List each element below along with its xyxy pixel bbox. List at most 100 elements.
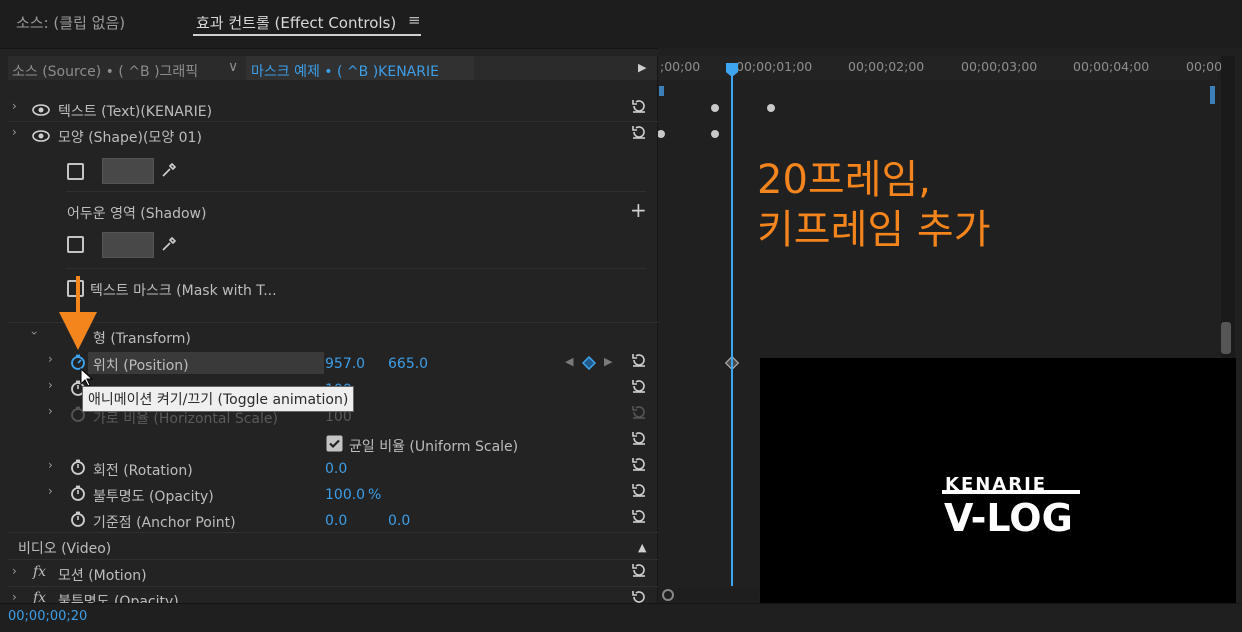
shadow-checkbox[interactable] bbox=[67, 236, 84, 253]
chevron-down-icon[interactable]: ∨ bbox=[228, 59, 238, 75]
opacity-label: 불투명도 (Opacity) bbox=[93, 489, 214, 505]
reset-icon[interactable] bbox=[631, 562, 647, 578]
video-section-label[interactable]: 비디오 (Video) bbox=[18, 538, 111, 558]
preview-logo-main-text: V-LOG bbox=[944, 496, 1073, 540]
rotation-label: 회전 (Rotation) bbox=[93, 463, 193, 479]
reset-icon[interactable] bbox=[631, 508, 647, 524]
keyframe[interactable] bbox=[711, 104, 719, 112]
reset-icon[interactable] bbox=[631, 98, 647, 114]
preview-logo-bar bbox=[942, 490, 1080, 494]
row-divider bbox=[8, 121, 658, 122]
opacity-value[interactable]: 100.0 bbox=[325, 487, 365, 503]
shape-layer-label[interactable]: 모양 (Shape)(모양 01) bbox=[58, 127, 202, 147]
time-ruler-tick: 00;00 bbox=[1186, 59, 1223, 74]
row-divider bbox=[66, 268, 646, 269]
zoom-handle-icon[interactable] bbox=[662, 589, 674, 601]
tab-effect-controls[interactable]: 효과 컨트롤 (Effect Controls) bbox=[196, 12, 396, 33]
eye-icon[interactable] bbox=[32, 104, 50, 116]
transform-label[interactable]: 형 (Transform) bbox=[93, 328, 191, 348]
reset-icon[interactable] bbox=[631, 589, 647, 603]
keyframe[interactable] bbox=[711, 130, 719, 138]
toggle-animation-tooltip: 애니메이션 켜기/끄기 (Toggle animation) bbox=[82, 386, 355, 412]
rotation-value[interactable]: 0.0 bbox=[325, 461, 347, 477]
anchor-point-label: 기준점 (Anchor Point) bbox=[93, 515, 236, 531]
panel-divider[interactable] bbox=[657, 56, 658, 603]
fx-icon[interactable]: fx bbox=[33, 564, 46, 580]
stopwatch-icon[interactable] bbox=[70, 485, 86, 501]
shadow-label: 어두운 영역 (Shadow) bbox=[67, 206, 207, 222]
position-x-value[interactable]: 957.0 bbox=[325, 356, 365, 372]
time-ruler-tick: 00;00;01;00 bbox=[736, 59, 813, 74]
anchor-x-value[interactable]: 0.0 bbox=[325, 513, 347, 529]
expand-twisty-icon[interactable]: › bbox=[48, 378, 53, 392]
collapse-up-icon[interactable]: ▲ bbox=[638, 541, 646, 554]
keyframe[interactable] bbox=[657, 130, 665, 138]
eyedropper-icon[interactable] bbox=[160, 161, 178, 179]
expand-twisty-icon[interactable]: › bbox=[48, 484, 53, 498]
time-ruler-tick: 00;00;04;00 bbox=[1073, 59, 1150, 74]
reset-icon[interactable] bbox=[631, 378, 647, 394]
text-layer-label[interactable]: 텍스트 (Text)(KENARIE) bbox=[58, 101, 212, 121]
time-ruler-tick: ;00;00 bbox=[660, 59, 701, 74]
row-divider bbox=[8, 322, 658, 323]
in-point-marker bbox=[659, 86, 664, 96]
reset-icon[interactable] bbox=[631, 352, 647, 368]
next-keyframe-icon[interactable]: ▶ bbox=[604, 355, 612, 368]
prev-keyframe-icon[interactable]: ◀ bbox=[565, 355, 573, 368]
scrollbar-thumb[interactable] bbox=[1221, 322, 1231, 354]
source-clip-label: 소스 (Source) • ( ^B )그래픽 bbox=[12, 64, 199, 80]
uniform-scale-checkbox[interactable] bbox=[326, 435, 343, 452]
play-icon[interactable]: ▶ bbox=[638, 61, 646, 74]
stroke-checkbox[interactable] bbox=[67, 163, 84, 180]
row-divider bbox=[66, 191, 646, 192]
mouse-cursor-icon bbox=[80, 368, 94, 387]
reset-icon[interactable] bbox=[631, 482, 647, 498]
status-bar bbox=[0, 603, 1242, 632]
annotation-line-1: 20프레임, bbox=[757, 157, 932, 203]
stopwatch-icon[interactable] bbox=[70, 459, 86, 475]
panel-tab-bar bbox=[0, 0, 1242, 48]
expand-twisty-icon[interactable]: › bbox=[12, 125, 17, 139]
eyedropper-icon[interactable] bbox=[160, 235, 178, 253]
horizontal-scrollbar[interactable] bbox=[660, 588, 758, 602]
sequence-clip-label[interactable]: 마스크 예제 • ( ^B )KENARIE bbox=[251, 61, 439, 81]
position-y-value[interactable]: 665.0 bbox=[388, 356, 428, 372]
eye-icon[interactable] bbox=[32, 130, 50, 142]
keyframe[interactable] bbox=[767, 104, 775, 112]
row-divider bbox=[8, 586, 658, 587]
row-divider bbox=[8, 559, 658, 560]
panel-menu-icon[interactable]: ≡ bbox=[408, 11, 421, 29]
time-ruler-tick: 00;00;02;00 bbox=[848, 59, 925, 74]
video-opacity-label[interactable]: 불투명도 (Opacity) bbox=[58, 591, 179, 603]
active-tab-underline bbox=[193, 34, 421, 36]
add-keyframe-icon[interactable] bbox=[582, 356, 596, 370]
clipped-row: › fx 불투명도 (Opacity) bbox=[8, 588, 658, 603]
stopwatch-icon[interactable] bbox=[70, 511, 86, 527]
uniform-scale-label: 균일 비율 (Uniform Scale) bbox=[349, 439, 519, 455]
motion-label[interactable]: 모션 (Motion) bbox=[58, 565, 147, 585]
fx-icon[interactable]: fx bbox=[33, 590, 46, 603]
anchor-y-value[interactable]: 0.0 bbox=[388, 513, 410, 529]
expand-twisty-icon[interactable]: › bbox=[48, 458, 53, 472]
reset-icon[interactable] bbox=[631, 124, 647, 140]
expand-twisty-icon[interactable]: › bbox=[48, 404, 53, 418]
stroke-color-swatch[interactable] bbox=[102, 158, 154, 184]
expand-twisty-icon[interactable]: › bbox=[48, 352, 53, 366]
expand-twisty-icon[interactable]: › bbox=[12, 99, 17, 113]
expand-twisty-icon[interactable]: › bbox=[12, 564, 17, 578]
collapse-twisty-icon[interactable]: › bbox=[27, 331, 41, 336]
row-divider bbox=[8, 532, 658, 533]
shadow-color-swatch[interactable] bbox=[102, 232, 154, 258]
reset-icon[interactable] bbox=[631, 456, 647, 472]
time-ruler-tick: 00;00;03;00 bbox=[961, 59, 1038, 74]
annotation-arrow-shaft bbox=[76, 276, 80, 316]
playhead[interactable] bbox=[731, 70, 733, 586]
reset-icon[interactable] bbox=[631, 430, 647, 446]
out-point-marker bbox=[1210, 86, 1215, 104]
mask-with-text-label: 텍스트 마스크 (Mask with T... bbox=[90, 283, 277, 299]
tab-source[interactable]: 소스: (클립 없음) bbox=[16, 12, 125, 33]
add-shadow-icon[interactable]: + bbox=[630, 198, 647, 222]
current-timecode[interactable]: 00;00;00;20 bbox=[8, 609, 87, 624]
annotation-line-2: 키프레임 추가 bbox=[757, 207, 991, 253]
expand-twisty-icon[interactable]: › bbox=[12, 590, 17, 603]
